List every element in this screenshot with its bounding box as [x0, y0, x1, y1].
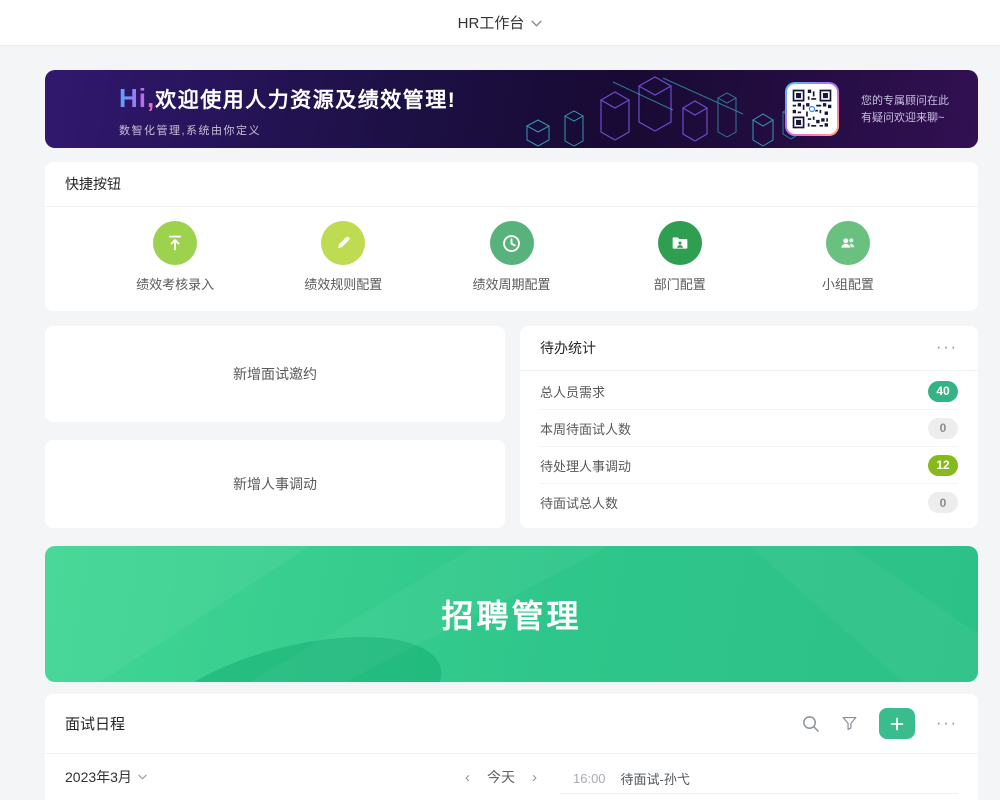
- chevron-down-icon: [531, 14, 542, 32]
- add-personnel-transfer-card[interactable]: 新增人事调动: [45, 440, 505, 528]
- cityscape-illustration: [513, 74, 813, 148]
- hero-greeting: 欢迎使用人力资源及绩效管理!: [155, 84, 456, 114]
- upload-icon: [153, 221, 197, 265]
- todo-stats-card: 待办统计 ··· 总人员需求 40 本周待面试人数 0 待处理人事调动 12 待…: [520, 326, 978, 528]
- page-title: HR工作台: [458, 12, 525, 33]
- quick-button-performance-cycle[interactable]: 绩效周期配置: [427, 221, 595, 293]
- quick-button-group-config[interactable]: 小组配置: [764, 221, 932, 293]
- stat-row-pending-transfers: 待处理人事调动 12: [540, 447, 958, 484]
- stat-row-total-headcount: 总人员需求 40: [540, 373, 958, 410]
- pencil-icon: [321, 221, 365, 265]
- more-icon[interactable]: ···: [936, 343, 958, 353]
- clock-icon: [490, 221, 534, 265]
- advisor-text: 您的专属顾问在此 有疑问欢迎来聊~: [861, 93, 949, 127]
- quick-button-department-config[interactable]: 部门配置: [596, 221, 764, 293]
- hero-hi: Hi,: [119, 83, 155, 114]
- event-title: 待面试-孙弋: [621, 769, 690, 788]
- event-row[interactable]: 16:00 待面试-孙弋: [560, 763, 958, 794]
- recruitment-banner-title: 招聘管理: [441, 591, 581, 637]
- status-badge: 40: [928, 381, 958, 402]
- search-icon[interactable]: [801, 714, 820, 733]
- stat-row-week-interviews: 本周待面试人数 0: [540, 410, 958, 447]
- advisor-qr-code: [785, 82, 839, 136]
- schedule-title: 面试日程: [65, 713, 801, 734]
- calendar: 2023年3月 ‹ 今天 › 一 二 三 四 五 六: [65, 754, 545, 800]
- quick-buttons-card: 快捷按钮 绩效考核录入 绩效规则配置: [45, 162, 978, 311]
- quick-buttons-title: 快捷按钮: [65, 174, 958, 194]
- month-selector[interactable]: 2023年3月: [65, 767, 147, 787]
- status-badge: 0: [928, 418, 958, 439]
- stat-row-total-interviews: 待面试总人数 0: [540, 484, 958, 521]
- add-schedule-button[interactable]: [879, 708, 915, 739]
- add-interview-invite-card[interactable]: 新增面试邀约: [45, 326, 505, 422]
- quick-button-performance-rules[interactable]: 绩效规则配置: [259, 221, 427, 293]
- event-list: 16:00 待面试-孙弋: [560, 754, 958, 800]
- prev-month-button[interactable]: ‹: [465, 770, 470, 785]
- welcome-banner: Hi, 欢迎使用人力资源及绩效管理! 数智化管理,系统由你定义: [45, 70, 978, 148]
- interview-schedule-card: 面试日程 ···: [45, 694, 978, 800]
- status-badge: 0: [928, 492, 958, 513]
- event-time: 16:00: [573, 771, 606, 786]
- status-badge: 12: [928, 455, 958, 476]
- plus-icon: [889, 716, 905, 732]
- folder-user-icon: [658, 221, 702, 265]
- todo-stats-title: 待办统计: [540, 338, 936, 358]
- next-month-button[interactable]: ›: [532, 770, 537, 785]
- filter-icon[interactable]: [841, 715, 858, 732]
- today-button[interactable]: 今天: [487, 767, 515, 787]
- recruitment-management-banner[interactable]: 招聘管理: [45, 546, 978, 682]
- chevron-down-icon: [138, 774, 147, 780]
- hero-subtitle: 数智化管理,系统由你定义: [119, 122, 456, 138]
- quick-button-performance-entry[interactable]: 绩效考核录入: [91, 221, 259, 293]
- workspace-switcher[interactable]: HR工作台: [0, 0, 1000, 46]
- team-icon: [826, 221, 870, 265]
- main-content: Hi, 欢迎使用人力资源及绩效管理! 数智化管理,系统由你定义: [45, 70, 978, 800]
- more-icon[interactable]: ···: [936, 719, 958, 729]
